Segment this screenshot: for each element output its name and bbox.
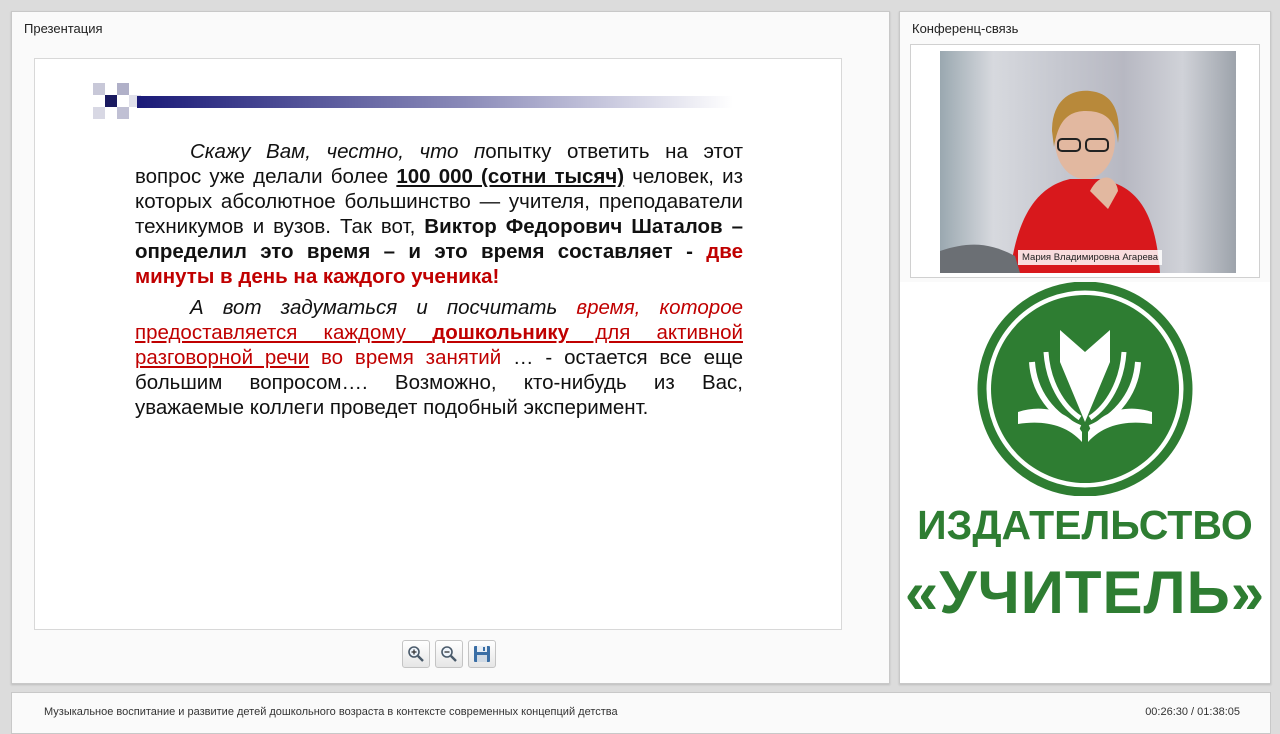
publisher-logo: ИЗДАТЕЛЬСТВО «УЧИТЕЛЬ» xyxy=(900,282,1270,683)
zoom-in-icon xyxy=(408,646,424,662)
zoom-in-button[interactable] xyxy=(402,640,430,668)
video-frame: Мария Владимировна Агарева xyxy=(910,44,1260,278)
zoom-out-icon xyxy=(441,646,457,662)
participant-name-label: Мария Владимировна Агарева xyxy=(1018,250,1162,265)
slide-text-run: Скажу Вам, честно, что п xyxy=(190,140,486,163)
presentation-panel: Презентация Скажу Вам, честно, что попыт… xyxy=(11,11,890,684)
participant-silhouette xyxy=(940,90,1160,273)
logo-publisher-text: ИЗДАТЕЛЬСТВО xyxy=(917,502,1253,548)
slide: Скажу Вам, честно, что попытку ответить … xyxy=(34,58,842,630)
conference-panel-title: Конференц-связь xyxy=(912,21,1019,36)
slide-text-run: во время занятий xyxy=(309,346,502,369)
logo-brand-text: «УЧИТЕЛЬ» xyxy=(904,559,1266,626)
book-tree-logo-icon xyxy=(977,282,1193,496)
save-button[interactable] xyxy=(468,640,496,668)
slide-text-run: время, которое xyxy=(576,296,744,319)
zoom-out-button[interactable] xyxy=(435,640,463,668)
webcam-video[interactable]: Мария Владимировна Агарева xyxy=(940,51,1236,273)
conference-panel: Конференц-связь Мария Владимировна Агаре… xyxy=(899,11,1271,684)
presentation-panel-title: Презентация xyxy=(24,21,103,36)
slide-text-run: А вот задуматься и посчитать xyxy=(190,296,577,319)
slide-text-run: 100 000 (сотни тысяч) xyxy=(396,165,625,188)
webinar-title: Музыкальное воспитание и развитие детей … xyxy=(44,706,618,718)
slide-text-run: предоставляется каждому xyxy=(135,321,433,344)
slide-paragraph-1: Скажу Вам, честно, что попытку ответить … xyxy=(135,139,743,289)
footer-bar: Музыкальное воспитание и развитие детей … xyxy=(11,692,1271,734)
playback-time: 00:26:30 / 01:38:05 xyxy=(1145,706,1240,718)
save-icon xyxy=(474,646,490,662)
slide-paragraph-2: А вот задуматься и посчитать время, кото… xyxy=(135,295,743,420)
slide-decoration xyxy=(93,83,733,119)
slide-text: Скажу Вам, честно, что попытку ответить … xyxy=(135,139,743,420)
slide-text-run: дошкольнику xyxy=(432,321,570,344)
